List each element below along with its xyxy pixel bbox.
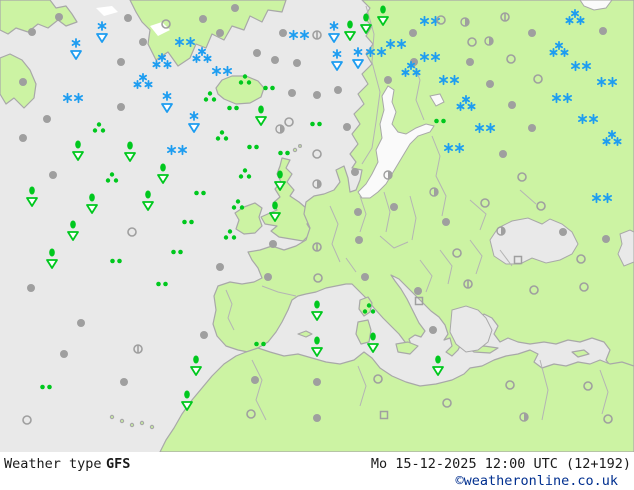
model-name: GFS: [106, 456, 131, 472]
overcast-icon: [216, 263, 224, 271]
overcast-icon: [343, 123, 351, 131]
overcast-icon: [559, 228, 567, 236]
overcast-icon: [117, 58, 125, 66]
map-title: Weather type: [4, 456, 102, 472]
overcast-icon: [28, 28, 36, 36]
overcast-icon: [293, 59, 301, 67]
map-area: [0, 0, 634, 452]
island-dot: [298, 144, 303, 149]
overcast-icon: [271, 56, 279, 64]
overcast-icon: [355, 236, 363, 244]
overcast-icon: [528, 29, 536, 37]
copyright-link[interactable]: ©weatheronline.co.uk: [455, 473, 618, 489]
overcast-icon: [60, 350, 68, 358]
island-dot: [119, 418, 125, 424]
overcast-icon: [409, 29, 417, 37]
overcast-icon: [120, 378, 128, 386]
overcast-icon: [602, 235, 610, 243]
overcast-icon: [253, 49, 261, 57]
overcast-icon: [77, 319, 85, 327]
overcast-icon: [361, 273, 369, 281]
overcast-icon: [528, 124, 536, 132]
overcast-icon: [508, 101, 516, 109]
overcast-icon: [334, 86, 342, 94]
island-dot: [139, 420, 145, 426]
overcast-icon: [429, 326, 437, 334]
overcast-icon: [466, 58, 474, 66]
overcast-icon: [354, 208, 362, 216]
overcast-icon: [279, 29, 287, 37]
overcast-icon: [49, 171, 57, 179]
overcast-icon: [124, 14, 132, 22]
weather-map: [0, 0, 634, 452]
overcast-icon: [231, 4, 239, 12]
overcast-icon: [499, 150, 507, 158]
overcast-icon: [351, 168, 359, 176]
overcast-icon: [200, 331, 208, 339]
overcast-icon: [117, 103, 125, 111]
overcast-icon: [442, 218, 450, 226]
overcast-icon: [486, 80, 494, 88]
overcast-icon: [264, 273, 272, 281]
valid-datetime: Mo 15-12-2025 12:00 UTC (12+192): [370, 456, 631, 472]
overcast-icon: [27, 284, 35, 292]
weather-map-screenshot: Weather type GFS Mo 15-12-2025 12:00 UTC…: [0, 0, 634, 490]
overcast-icon: [313, 91, 321, 99]
overcast-icon: [313, 414, 321, 422]
island-dot: [129, 422, 135, 428]
island-dot: [149, 424, 155, 430]
overcast-icon: [599, 27, 607, 35]
overcast-icon: [19, 134, 27, 142]
overcast-icon: [384, 76, 392, 84]
overcast-icon: [269, 240, 277, 248]
overcast-icon: [251, 376, 259, 384]
island-dot: [109, 414, 115, 420]
overcast-icon: [19, 78, 27, 86]
overcast-icon: [390, 203, 398, 211]
overcast-icon: [199, 15, 207, 23]
overcast-icon: [43, 115, 51, 123]
overcast-icon: [414, 287, 422, 295]
overcast-icon: [313, 378, 321, 386]
island-dot: [292, 147, 298, 153]
overcast-icon: [139, 38, 147, 46]
overcast-icon: [288, 89, 296, 97]
overcast-icon: [55, 13, 63, 21]
caption-bar: Weather type GFS Mo 15-12-2025 12:00 UTC…: [0, 452, 634, 490]
overcast-icon: [216, 29, 224, 37]
